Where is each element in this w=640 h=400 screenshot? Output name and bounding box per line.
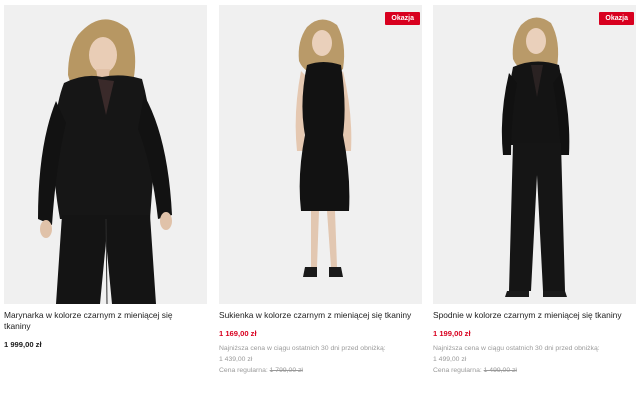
product-sale-price: 1 199,00 zł	[433, 329, 471, 338]
product-grid: Marynarka w kolorze czarnym z mieniącej …	[0, 0, 640, 400]
product-image[interactable]	[4, 5, 207, 304]
lowest-price-label: Najniższa cena w ciągu ostatnich 30 dni …	[219, 345, 386, 352]
product-image[interactable]: Okazja	[433, 5, 636, 304]
dress-outfit-photo	[219, 5, 422, 304]
product-card-blazer: Marynarka w kolorze czarnym z mieniącej …	[4, 0, 207, 349]
product-image[interactable]: Okazja	[219, 5, 422, 304]
lowest-price-label: Najniższa cena w ciągu ostatnich 30 dni …	[433, 345, 600, 352]
blazer-outfit-photo	[4, 5, 207, 304]
regular-price-label: Cena regularna:	[219, 367, 268, 374]
sale-badge: Okazja	[599, 12, 634, 25]
lowest-price-value: 1 499,00 zł	[433, 356, 467, 363]
regular-price-label: Cena regularna:	[433, 367, 482, 374]
regular-price: Cena regularna: 1 799,00 zł	[219, 365, 422, 376]
trousers-outfit-photo	[433, 5, 636, 304]
product-title[interactable]: Marynarka w kolorze czarnym z mieniącej …	[4, 310, 200, 332]
product-price: 1 999,00 zł	[4, 340, 42, 349]
regular-price: Cena regularna: 1 499,00 zł	[433, 365, 636, 376]
regular-price-value: 1 799,00 zł	[269, 367, 303, 374]
product-title[interactable]: Sukienka w kolorze czarnym z mieniącej s…	[219, 310, 415, 321]
sale-badge: Okazja	[385, 12, 420, 25]
product-title[interactable]: Spodnie w kolorze czarnym z mieniącej si…	[433, 310, 629, 321]
lowest-price-value: 1 439,00 zł	[219, 356, 253, 363]
regular-price-value: 1 499,00 zł	[483, 367, 517, 374]
product-card-dress: Okazja Sukienka w kolorze czarnym z mien…	[219, 0, 422, 376]
product-sale-price: 1 169,00 zł	[219, 329, 257, 338]
product-card-trousers: Okazja Spodnie w kolorze czarnym z mieni…	[433, 0, 636, 376]
